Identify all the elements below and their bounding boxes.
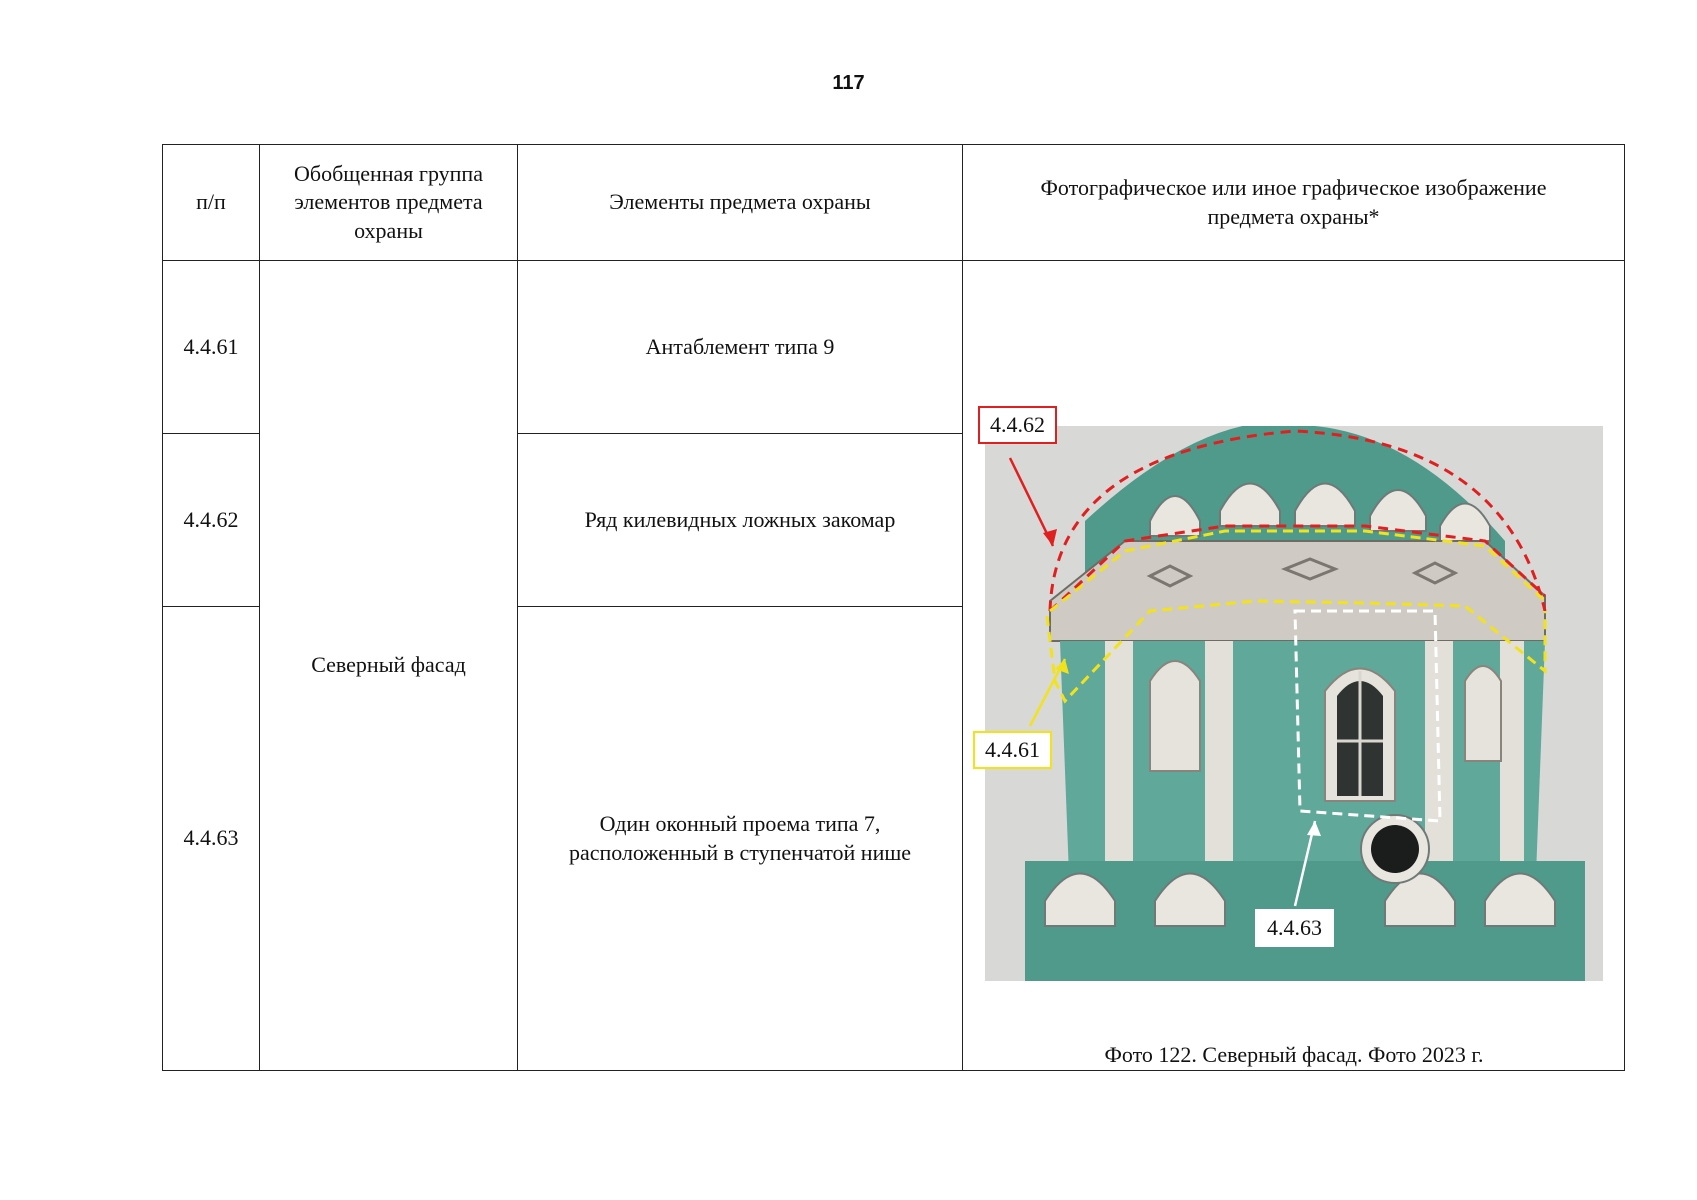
header-image: Фотографическое или иное графическое изо… xyxy=(962,144,1625,261)
photo-caption: Фото 122. Северный фасад. Фото 2023 г. xyxy=(1104,1042,1484,1067)
row-num: 4.4.61 xyxy=(162,260,260,434)
header-group: Обобщенная группа элементов предмета охр… xyxy=(259,144,518,261)
row-element: Ряд килевидных ложных закомар xyxy=(517,433,963,607)
header-row: п/п Обобщенная группа элементов предмета… xyxy=(162,144,1625,261)
row-element: Антаблемент типа 9 xyxy=(517,260,963,434)
header-elements: Элементы предмета охраны xyxy=(517,144,963,261)
row-element: Один оконный проема типа 7, расположенны… xyxy=(517,606,963,1071)
facade-illustration xyxy=(985,426,1603,986)
table-row: 4.4.61 Северный фасад Антаблемент типа 9 xyxy=(162,260,1625,1071)
header-num: п/п xyxy=(162,144,260,261)
group-cell: Северный фасад xyxy=(259,260,518,1071)
page-number: 117 xyxy=(832,72,865,94)
row-num: 4.4.62 xyxy=(162,433,260,607)
protection-elements-table: п/п Обобщенная группа элементов предмета… xyxy=(162,144,1625,1071)
callout-4-4-63: 4.4.63 xyxy=(1255,909,1334,948)
callout-4-4-61: 4.4.61 xyxy=(973,731,1052,770)
north-facade-photo: 4.4.62 4.4.61 4.4.63 xyxy=(973,341,1625,986)
callout-4-4-62: 4.4.62 xyxy=(978,406,1057,445)
photo-cell: 4.4.62 4.4.61 4.4.63 Фото 122. Северный … xyxy=(962,260,1625,1071)
row-num: 4.4.63 xyxy=(162,606,260,1071)
